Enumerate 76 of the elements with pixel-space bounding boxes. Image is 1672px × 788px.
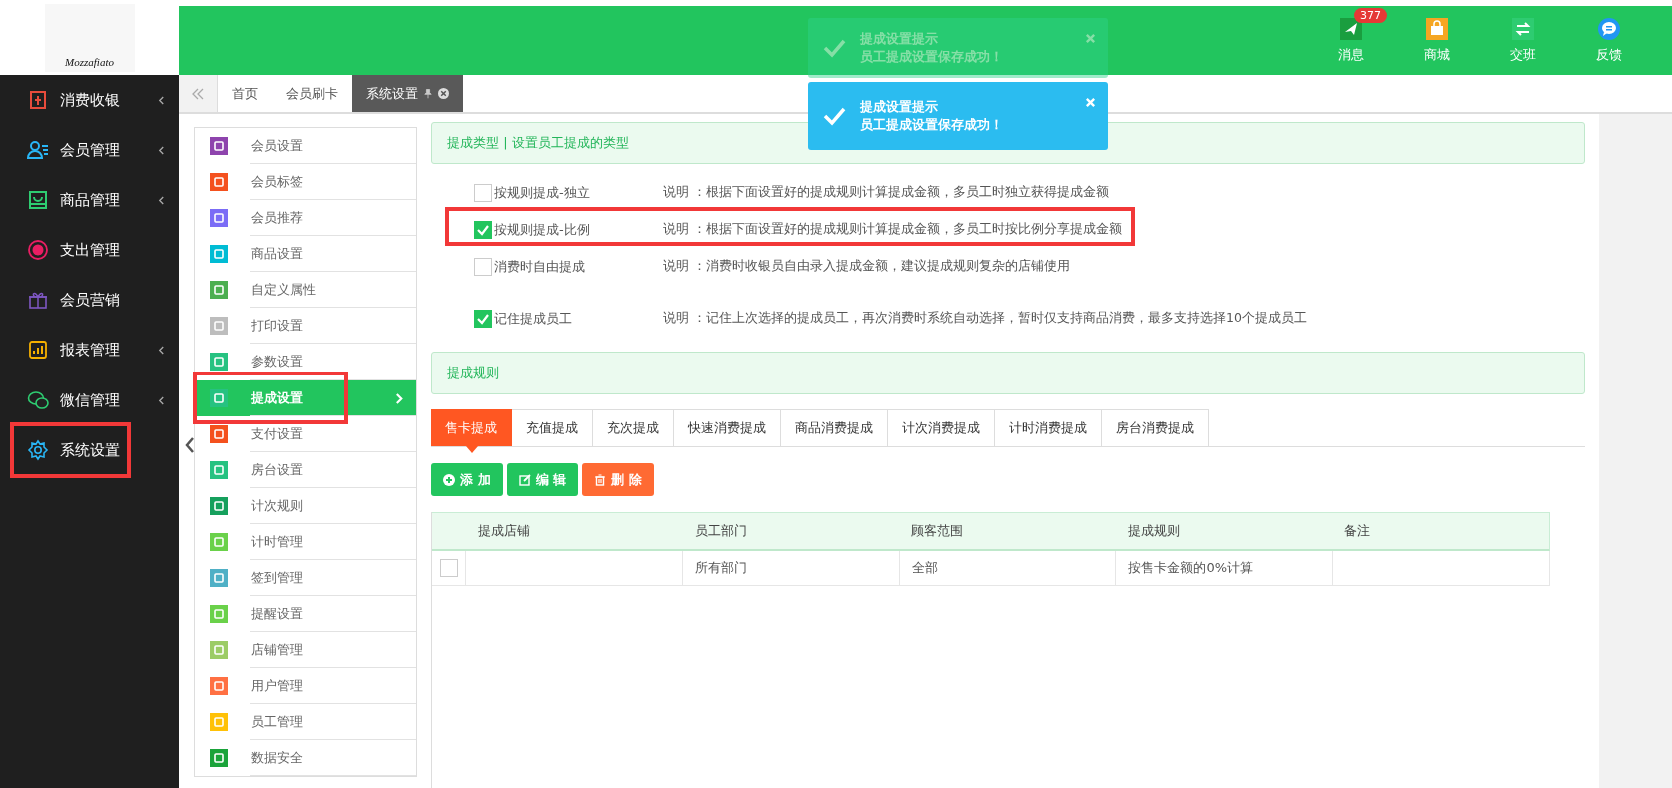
settings-menu-item[interactable]: 店铺管理 bbox=[195, 632, 416, 668]
settings-menu-item[interactable]: 打印设置 bbox=[195, 308, 416, 344]
option-label: 消费时自由提成 bbox=[494, 257, 585, 276]
notification-message: 员工提成设置保存成功！ bbox=[860, 48, 1004, 66]
chevron-left-icon[interactable] bbox=[184, 436, 196, 454]
settings-menu-item[interactable]: 会员标签 bbox=[195, 164, 416, 200]
pointer-arrow bbox=[465, 446, 478, 453]
page-tab[interactable]: 会员刷卡 bbox=[272, 75, 352, 112]
settings-menu-item[interactable]: 参数设置 bbox=[195, 344, 416, 380]
sidebar-item[interactable]: 会员管理 bbox=[0, 125, 179, 175]
sidebar-item[interactable]: 消费收银 bbox=[0, 75, 179, 125]
checkbox[interactable] bbox=[474, 183, 492, 202]
column-header: 提成规则 bbox=[1126, 522, 1181, 540]
settings-menu-item[interactable]: 支付设置 bbox=[195, 416, 416, 452]
notification-title: 提成设置提示 bbox=[860, 98, 939, 116]
settings-menu-item[interactable]: 会员设置 bbox=[195, 128, 416, 164]
settings-menu-item[interactable]: 签到管理 bbox=[195, 560, 416, 596]
checkbox[interactable] bbox=[474, 220, 492, 239]
option-description: 说明 ：根据下面设置好的提成规则计算提成金额，多员工时按比例分享提成金额 bbox=[663, 221, 1122, 238]
settings-menu-item[interactable]: 用户管理 bbox=[195, 668, 416, 704]
settings-menu-item[interactable]: 数据安全 bbox=[195, 740, 416, 776]
settings-menu-item[interactable]: 提醒设置 bbox=[195, 596, 416, 632]
settings-menu-item[interactable]: 商品设置 bbox=[195, 236, 416, 272]
section-title: 提成规则 bbox=[447, 364, 499, 382]
option-label: 按规则提成-比例 bbox=[494, 220, 590, 239]
chevron-right-icon bbox=[395, 391, 404, 405]
rule-tab[interactable]: 计次消费提成 bbox=[888, 409, 995, 446]
section-title: 提成类型 | 设置员工提成的类型 bbox=[447, 134, 629, 152]
column-header: 顾客范围 bbox=[910, 522, 965, 540]
rule-tab[interactable]: 充值提成 bbox=[512, 409, 593, 446]
edit-icon bbox=[518, 473, 531, 486]
notification-title: 提成设置提示 bbox=[860, 30, 939, 48]
header-action[interactable]: 377 消息 bbox=[1308, 6, 1394, 75]
rule-tab[interactable]: 计时消费提成 bbox=[995, 409, 1102, 446]
option-label: 按规则提成-独立 bbox=[494, 183, 590, 202]
option-description: 说明 ：根据下面设置好的提成规则计算提成金额，多员工时独立获得提成金额 bbox=[663, 184, 1109, 201]
notification-message: 员工提成设置保存成功！ bbox=[860, 116, 1004, 134]
checkbox[interactable] bbox=[474, 257, 492, 276]
logo: Mozzafiato bbox=[44, 3, 135, 72]
sidebar-item[interactable]: 会员营销 bbox=[0, 275, 179, 325]
sidebar-item[interactable]: 报表管理 bbox=[0, 325, 179, 375]
rule-tab[interactable]: 房台消费提成 bbox=[1102, 409, 1209, 446]
settings-menu-item[interactable]: 自定义属性 bbox=[195, 272, 416, 308]
settings-menu-item[interactable]: 员工管理 bbox=[195, 704, 416, 740]
sidebar-item[interactable]: 支出管理 bbox=[0, 225, 179, 275]
page-tab[interactable]: 系统设置 bbox=[352, 75, 463, 112]
settings-menu-item[interactable]: 计时管理 bbox=[195, 524, 416, 560]
close-icon bbox=[1085, 97, 1096, 108]
pin-icon bbox=[424, 88, 432, 99]
plus-circle-icon bbox=[443, 473, 455, 486]
back-button[interactable] bbox=[179, 75, 218, 112]
checkbox[interactable] bbox=[474, 309, 492, 328]
count-badge: 377 bbox=[1354, 7, 1387, 23]
sidebar-item[interactable]: 系统设置 bbox=[0, 425, 179, 475]
close-icon bbox=[438, 88, 449, 99]
column-header: 备注 bbox=[1343, 522, 1372, 540]
table-cell: 所有部门 bbox=[694, 559, 747, 577]
settings-menu-item[interactable]: 会员推荐 bbox=[195, 200, 416, 236]
table-cell: 按售卡金额的0%计算 bbox=[1128, 559, 1253, 577]
rule-tab[interactable]: 商品消费提成 bbox=[781, 409, 888, 446]
option-description: 说明 ：记住上次选择的提成员工，再次消费时系统自动选择，暂时仅支持商品消费，最多支持选择10个提成员工 bbox=[663, 310, 1307, 327]
sidebar-item[interactable]: 商品管理 bbox=[0, 175, 179, 225]
sidebar-item[interactable]: 微信管理 bbox=[0, 375, 179, 425]
rule-tab[interactable]: 快速消费提成 bbox=[674, 409, 781, 446]
rule-tab[interactable]: 充次提成 bbox=[593, 409, 674, 446]
option-description: 说明 ：消费时收银员自由录入提成金额，建议提成规则复杂的店铺使用 bbox=[663, 258, 1070, 275]
column-header: 员工部门 bbox=[693, 522, 748, 540]
option-label: 记住提成员工 bbox=[494, 309, 572, 328]
trash-icon bbox=[594, 473, 607, 486]
column-header: 提成店铺 bbox=[477, 522, 531, 540]
close-icon bbox=[1085, 33, 1096, 44]
table-cell: 全部 bbox=[911, 559, 938, 577]
settings-menu-item[interactable]: 计次规则 bbox=[195, 488, 416, 524]
settings-menu-item[interactable]: 房台设置 bbox=[195, 452, 416, 488]
page-tab[interactable]: 首页 bbox=[218, 75, 272, 112]
checkbox[interactable] bbox=[440, 559, 458, 577]
